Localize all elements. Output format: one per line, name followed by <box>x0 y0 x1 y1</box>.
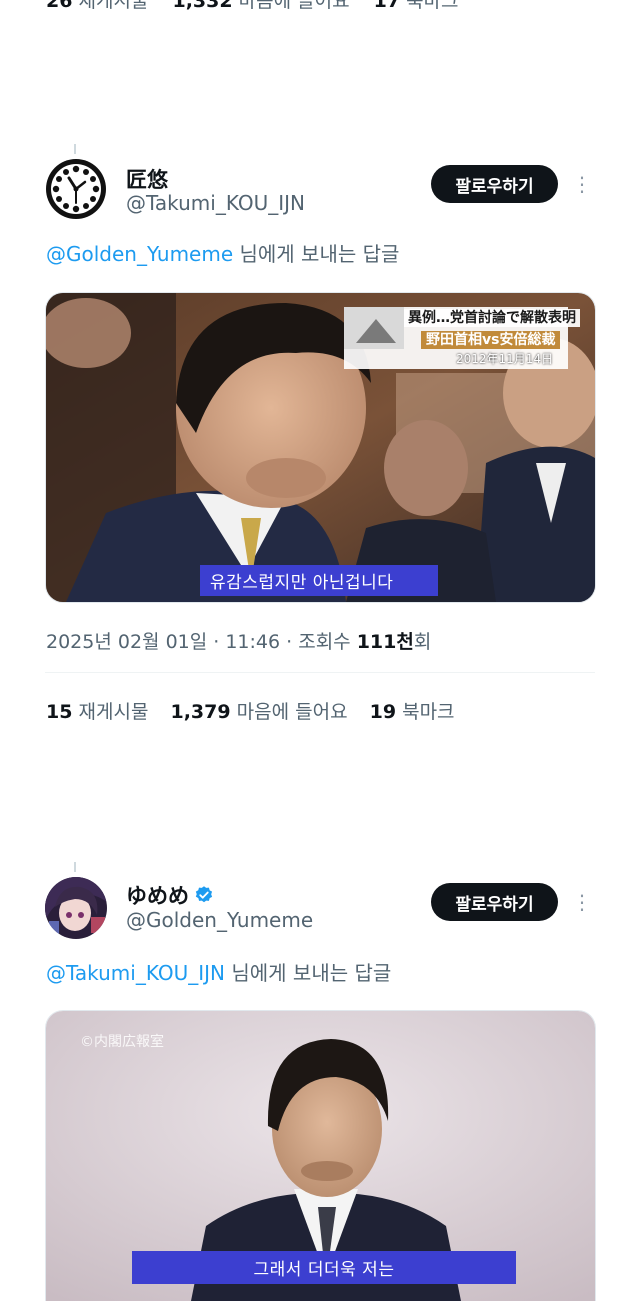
view-suffix: 회 <box>413 631 432 653</box>
mention-link[interactable]: @Golden_Yumeme <box>46 242 233 266</box>
reposts-label[interactable]: 재게시물 <box>79 0 149 12</box>
display-name[interactable]: 匠悠 <box>126 164 168 194</box>
clock-avatar-icon <box>46 159 106 219</box>
likes-label[interactable]: 마음에 들어요 <box>237 701 348 723</box>
bookmarks-count: 17 <box>373 0 401 12</box>
likes-label[interactable]: 마음에 들어요 <box>239 0 350 12</box>
news-caption-line1: 異例…党首討論で解散表明 <box>404 309 580 327</box>
media-watermark: ©内閣広報室 <box>80 1034 164 1050</box>
bookmarks-label[interactable]: 북마크 <box>406 0 458 12</box>
bookmarks-label[interactable]: 북마크 <box>402 701 454 723</box>
thread-connector <box>74 144 76 154</box>
reply-context: @Golden_Yumeme 님에게 보내는 답글 <box>46 238 399 267</box>
reply-suffix: 님에게 보내는 답글 <box>225 961 392 985</box>
reply-suffix: 님에게 보내는 답글 <box>233 242 400 266</box>
mention-link[interactable]: @Takumi_KOU_IJN <box>46 961 225 985</box>
divider <box>45 672 595 673</box>
more-options-icon[interactable]: ⋮ <box>572 892 592 912</box>
avatar[interactable] <box>45 877 107 939</box>
likes-count: 1,332 <box>172 0 233 12</box>
display-name-row: ゆめめ <box>126 880 214 910</box>
post-date[interactable]: 2025년 02월 01일 · 11:46 · 조회수 <box>46 631 357 653</box>
follow-button[interactable]: 팔로우하기 <box>431 883 558 921</box>
display-name[interactable]: ゆめめ <box>126 880 189 910</box>
reposts-label[interactable]: 재게시물 <box>79 701 149 723</box>
anime-avatar-icon <box>45 877 107 939</box>
tweet-stats: 15 재게시물 1,379 마음에 들어요 19 북마크 <box>46 697 471 724</box>
news-caption-date: 2012年11月14日 <box>456 352 554 366</box>
avatar[interactable] <box>45 158 107 220</box>
video-subtitle: 유감스럽지만 아닌겁니다 <box>200 565 438 596</box>
likes-count: 1,379 <box>170 701 231 723</box>
tweet-media-video[interactable]: 異例…党首討論で解散表明 野田首相vs安倍総裁 2012年11月14日 유감스럽… <box>45 292 596 603</box>
thread-connector <box>74 862 76 872</box>
previous-tweet-stats: 26 재게시물 1,332 마음에 들어요 17 북마크 <box>46 0 477 13</box>
tweet-media-video[interactable]: ©内閣広報室 그래서 더더욱 저는 <box>45 1010 596 1301</box>
reply-context: @Takumi_KOU_IJN 님에게 보내는 답글 <box>46 957 391 986</box>
video-subtitle: 그래서 더더욱 저는 <box>132 1251 516 1284</box>
verified-badge-icon[interactable] <box>194 885 214 905</box>
view-count: 111천 <box>356 631 414 653</box>
user-handle[interactable]: @Golden_Yumeme <box>126 908 313 932</box>
reposts-count: 15 <box>46 701 73 723</box>
bookmarks-count: 19 <box>369 701 397 723</box>
follow-button[interactable]: 팔로우하기 <box>431 165 558 203</box>
tweet-timestamp: 2025년 02월 01일 · 11:46 · 조회수 111천회 <box>46 627 431 654</box>
more-options-icon[interactable]: ⋮ <box>572 174 592 194</box>
reposts-count: 26 <box>46 0 73 12</box>
user-handle[interactable]: @Takumi_KOU_IJN <box>126 191 305 215</box>
news-caption-line2: 野田首相vs安倍総裁 <box>421 331 561 349</box>
